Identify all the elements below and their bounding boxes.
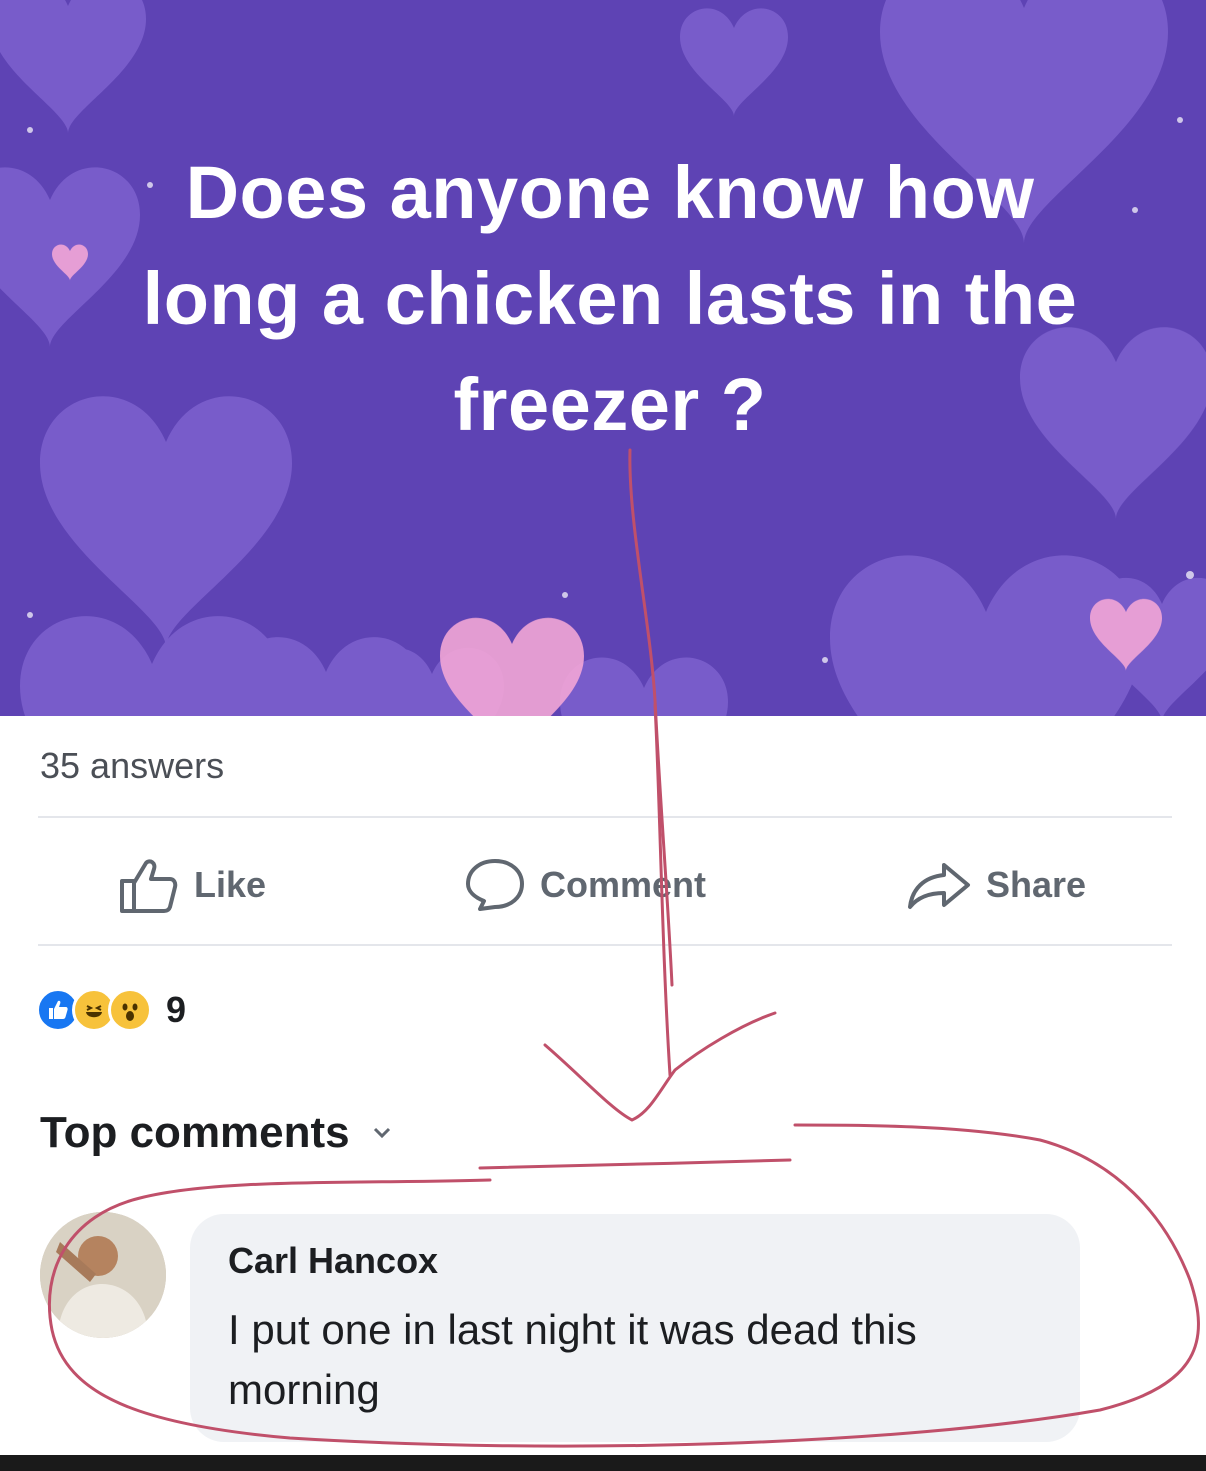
- comment-icon: [466, 859, 524, 911]
- answers-count[interactable]: 35 answers: [40, 745, 224, 787]
- like-label: Like: [194, 864, 267, 905]
- like-button[interactable]: Like: [116, 855, 266, 915]
- comment-sort-dropdown[interactable]: Top comments: [40, 1108, 392, 1158]
- question-text: Does anyone know how long a chicken last…: [142, 151, 1078, 446]
- chevron-down-icon: [373, 1127, 390, 1139]
- divider: [38, 816, 1172, 818]
- reaction-count: 9: [166, 989, 187, 1030]
- reaction-summary[interactable]: 9: [36, 988, 186, 1032]
- divider: [38, 944, 1172, 946]
- comment-bubble: Carl Hancox I put one in last night it w…: [190, 1214, 1080, 1442]
- bottom-edge: [0, 1455, 1206, 1471]
- comment-sort-label: Top comments: [40, 1108, 350, 1157]
- question-banner: Does anyone know how long a chicken last…: [0, 0, 1206, 716]
- wow-reaction-icon: [108, 988, 152, 1032]
- comment-label: Comment: [540, 864, 707, 905]
- share-label: Share: [986, 864, 1087, 905]
- avatar[interactable]: [40, 1212, 166, 1338]
- comment-author[interactable]: Carl Hancox: [228, 1240, 438, 1282]
- share-icon: [908, 863, 970, 909]
- share-button[interactable]: Share: [906, 855, 1086, 915]
- comment-button[interactable]: Comment: [464, 855, 706, 915]
- thumbs-up-icon: [120, 859, 178, 913]
- comment-text: I put one in last night it was dead this…: [228, 1306, 917, 1413]
